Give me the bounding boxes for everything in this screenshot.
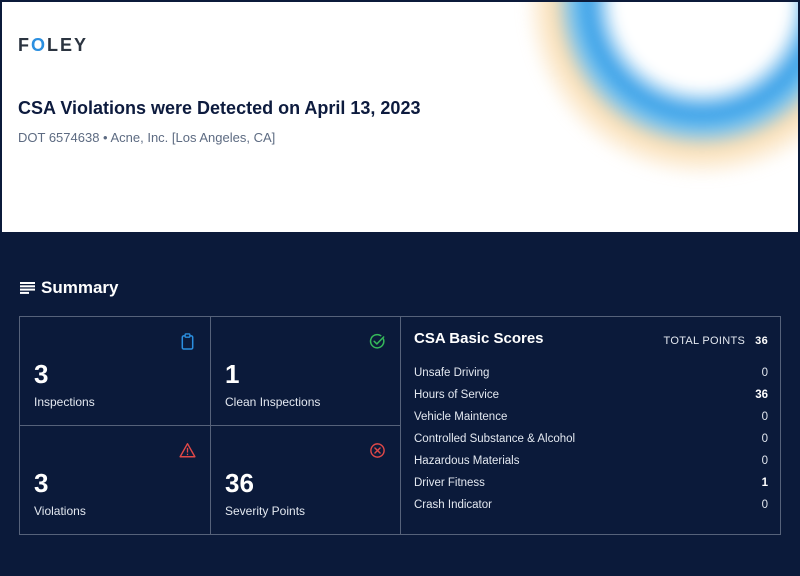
score-value: 0 [761,499,768,511]
logo-letter-f: F [18,35,31,55]
score-label: Hazardous Materials [414,455,520,467]
score-row-hours-of-service: Hours of Service 36 [414,389,768,411]
stat-card-clean-inspections: 1 Clean Inspections [211,317,401,426]
logo-letters-ley: LEY [47,35,89,55]
score-row-controlled-substance: Controlled Substance & Alcohol 0 [414,433,768,455]
score-value: 0 [761,411,768,423]
score-value: 0 [761,433,768,445]
list-lines-icon [20,282,35,294]
total-points-value: 36 [755,335,768,347]
stat-value: 1 [225,359,240,389]
score-row-vehicle-maintence: Vehicle Maintence 0 [414,411,768,433]
warning-triangle-icon [179,442,196,458]
check-circle-icon [369,333,385,349]
report-header: FOLEY CSA Violations were Detected on Ap… [2,2,798,232]
score-row-driver-fitness: Driver Fitness 1 [414,477,768,499]
score-label: Hours of Service [414,389,500,401]
summary-section: Summary 3 Inspections 1 Clean Inspection… [2,232,798,574]
summary-grid: 3 Inspections 1 Clean Inspections 3 Viol… [19,316,781,535]
stat-card-inspections: 3 Inspections [20,317,211,426]
carrier-subtitle: DOT 6574638 • Acne, Inc. [Los Angeles, C… [18,130,276,145]
score-label: Unsafe Driving [414,367,490,379]
stat-value: 3 [34,468,49,498]
score-value: 1 [761,477,768,489]
stat-value: 36 [225,468,254,498]
stat-card-violations: 3 Violations [20,426,211,534]
score-label: Crash Indicator [414,499,492,511]
stat-label: Severity Points [225,504,306,518]
score-row-unsafe-driving: Unsafe Driving 0 [414,367,768,389]
score-row-hazardous-materials: Hazardous Materials 0 [414,455,768,477]
report-frame: FOLEY CSA Violations were Detected on Ap… [0,0,800,576]
stat-label: Violations [34,504,86,518]
page-title: CSA Violations were Detected on April 13… [18,98,421,118]
total-points: TOTAL POINTS 36 [664,335,768,347]
scores-title: CSA Basic Scores [414,330,544,347]
stat-label: Inspections [34,395,95,409]
x-circle-icon [370,443,385,458]
stat-value: 3 [34,359,49,389]
score-value: 36 [755,389,768,401]
clipboard-icon [181,333,194,350]
score-value: 0 [761,367,768,379]
score-list: Unsafe Driving 0 Hours of Service 36 Veh… [414,367,768,521]
summary-heading: Summary [20,278,118,298]
stat-label: Clean Inspections [225,395,321,409]
score-value: 0 [761,455,768,467]
logo-letter-o: O [31,35,48,55]
foley-logo: FOLEY [18,35,88,56]
score-label: Vehicle Maintence [414,411,508,423]
csa-basic-scores-panel: CSA Basic Scores TOTAL POINTS 36 Unsafe … [401,317,780,534]
score-label: Driver Fitness [414,477,485,489]
decorative-gradient-ring [522,2,798,182]
score-label: Controlled Substance & Alcohol [414,433,576,445]
summary-title: Summary [41,278,119,297]
total-points-label: TOTAL POINTS [663,335,746,347]
score-row-crash-indicator: Crash Indicator 0 [414,499,768,521]
stat-card-severity-points: 36 Severity Points [211,426,401,534]
